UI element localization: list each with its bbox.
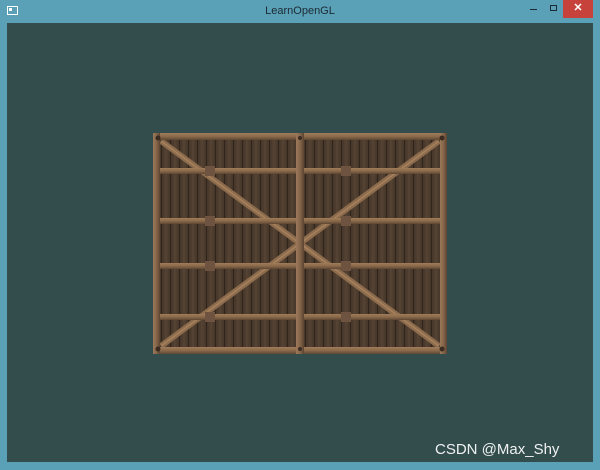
app-window: LearnOpenGL ✕ CSDN @Max_Shy <box>0 0 600 470</box>
maximize-button[interactable] <box>545 0 563 18</box>
minimize-icon <box>530 9 537 10</box>
opengl-viewport[interactable]: CSDN @Max_Shy <box>7 23 593 462</box>
title-bar[interactable]: LearnOpenGL ✕ <box>0 0 600 23</box>
minimize-button[interactable] <box>522 0 545 18</box>
wooden-crate-texture <box>153 133 447 354</box>
maximize-icon <box>550 5 557 11</box>
window-title: LearnOpenGL <box>265 5 335 17</box>
close-icon: ✕ <box>573 2 583 14</box>
watermark-text: CSDN @Max_Shy <box>435 441 560 458</box>
close-button[interactable]: ✕ <box>563 0 593 18</box>
